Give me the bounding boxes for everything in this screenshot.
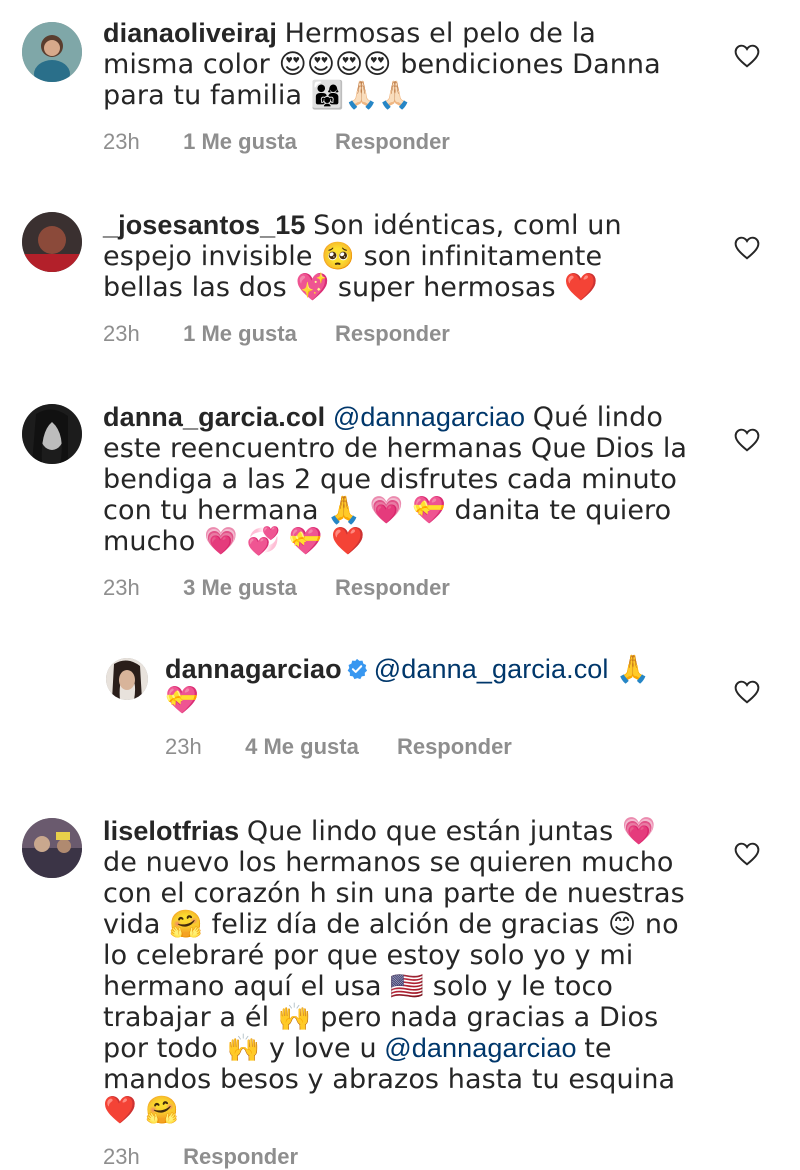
like-count[interactable]: 3 Me gusta [183,575,297,601]
heart-icon[interactable] [734,428,760,452]
comment-text: dianaoliveiraj Hermosas el pelo de la mi… [103,18,683,111]
like-count[interactable]: 1 Me gusta [183,129,297,155]
verified-badge-icon [347,658,367,680]
avatar[interactable] [106,658,148,700]
heart-icon[interactable] [734,236,760,260]
comment-meta: 23h 1 Me gusta Responder [103,321,683,347]
comment-time: 23h [103,321,140,346]
heart-icon[interactable] [734,680,760,704]
comment-username[interactable]: dianaoliveiraj [103,18,277,48]
comment-time: 23h [103,1144,140,1169]
comment-time: 23h [103,575,140,600]
like-count[interactable]: 4 Me gusta [245,734,359,760]
mention-link[interactable]: @dannagarciao [384,1033,576,1063]
comment-username[interactable]: liselotfrias [103,816,239,846]
reply-button[interactable]: Responder [335,321,450,347]
comment-meta: 23h Responder [103,1144,693,1170]
reply-button[interactable]: Responder [183,1144,298,1170]
reply-button[interactable]: Responder [335,575,450,601]
comment-meta: 23h 1 Me gusta Responder [103,129,683,155]
comment-username[interactable]: dannagarciao [165,654,342,684]
comment-body: Que lindo que están juntas 💗 de nuevo lo… [103,816,685,1064]
heart-icon[interactable] [734,44,760,68]
comment-username[interactable]: _josesantos_15 [103,210,306,240]
mention-link[interactable]: @danna_garcia.col [374,654,609,684]
reply-button[interactable]: Responder [335,129,450,155]
avatar[interactable] [22,212,82,272]
comment-text: dannagarciao @danna_garcia.col 🙏 💝 [165,654,685,716]
avatar[interactable] [22,404,82,464]
like-count[interactable]: 1 Me gusta [183,321,297,347]
comment-text: liselotfrias Que lindo que están juntas … [103,816,693,1126]
comment-text: danna_garcia.col @dannagarciao Qué lindo… [103,402,693,557]
heart-icon[interactable] [734,842,760,866]
comment-time: 23h [103,129,140,154]
comment-text: _josesantos_15 Son idénticas, coml un es… [103,210,683,303]
comment-meta: 23h 4 Me gusta Responder [165,734,685,760]
comment-username[interactable]: danna_garcia.col [103,402,325,432]
mention-link[interactable]: @dannagarciao [333,402,525,432]
avatar[interactable] [22,818,82,878]
comment-meta: 23h 3 Me gusta Responder [103,575,693,601]
avatar[interactable] [22,22,82,82]
reply-button[interactable]: Responder [397,734,512,760]
comment-time: 23h [165,734,202,759]
